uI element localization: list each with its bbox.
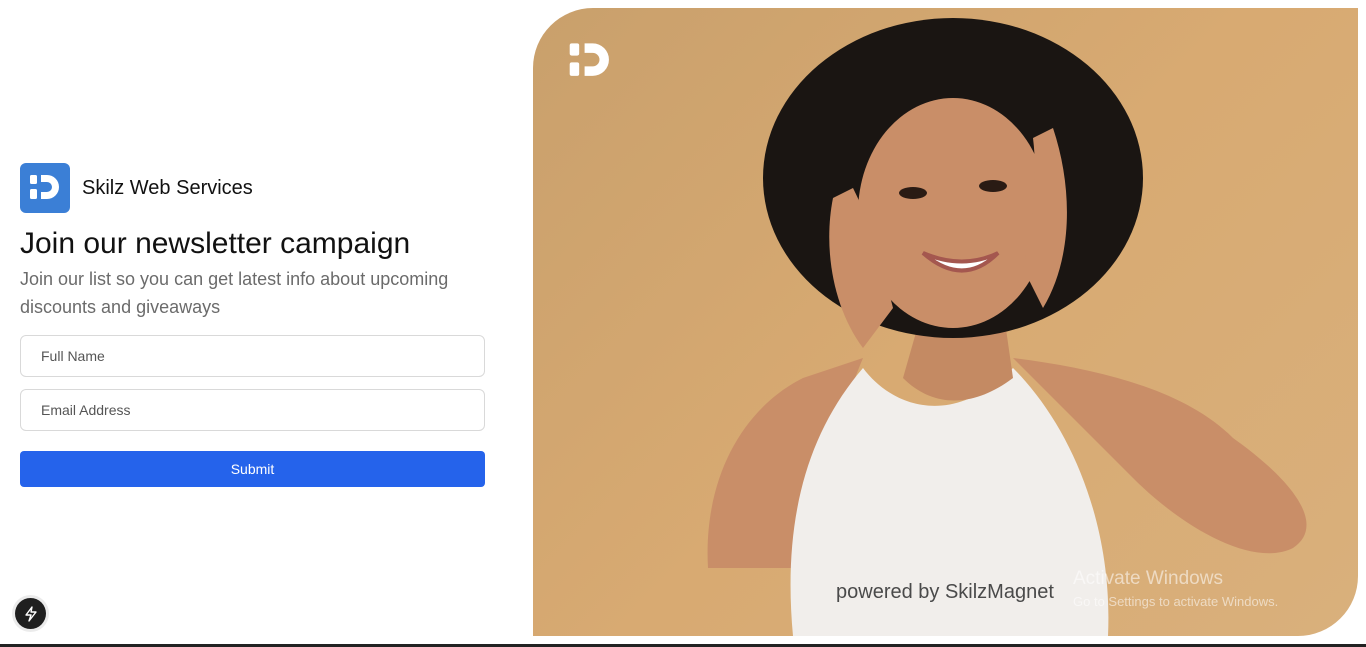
brand-header: Skilz Web Services [20,163,485,213]
full-name-input[interactable] [41,348,484,364]
email-field[interactable] [20,389,485,431]
activate-windows-watermark: Activate Windows Go to Settings to activ… [1073,568,1278,609]
skilz-logo-icon [20,163,70,213]
email-input[interactable] [41,402,484,418]
page-subtitle: Join our list so you can get latest info… [20,269,449,317]
hero-illustration [707,18,1307,636]
newsletter-panel: Skilz Web Services Join our newsletter c… [20,163,485,487]
watermark-title: Activate Windows [1073,568,1223,589]
watermark-subtitle: Go to Settings to activate Windows. [1073,594,1279,609]
page-title: Join our newsletter campaign [20,227,411,260]
dev-tools-button[interactable] [15,598,46,629]
brand-name: Skilz Web Services [82,176,253,199]
hero-logo-icon [567,40,613,87]
submit-button[interactable]: Submit [20,451,485,487]
powered-by-label: powered by SkilzMagnet [836,581,1054,603]
hero-image: powered by SkilzMagnet Activate Windows … [533,8,1358,636]
lightning-icon [24,605,37,622]
full-name-field[interactable] [20,335,485,377]
